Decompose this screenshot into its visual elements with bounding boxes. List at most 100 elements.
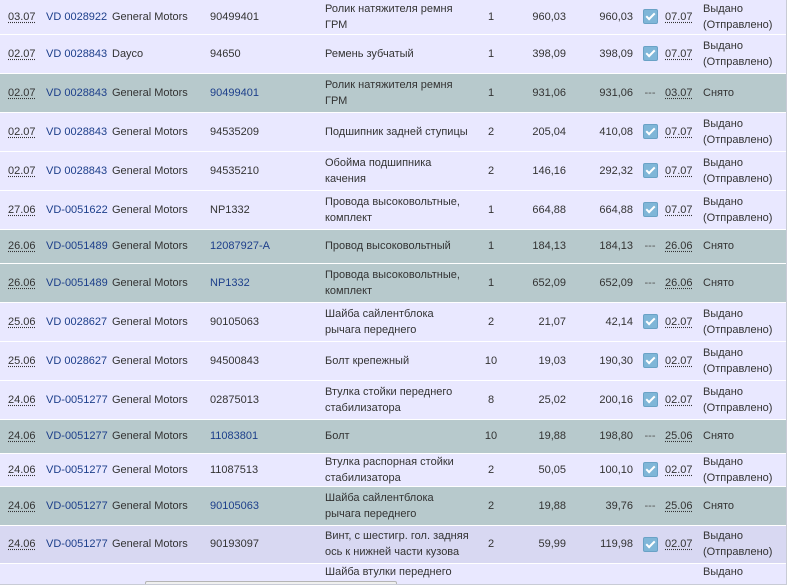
part-number-link[interactable]: NP1332 [210, 277, 250, 289]
quantity-cell: 10 [471, 419, 511, 454]
brand-cell: General Motors [112, 151, 210, 191]
order-date[interactable]: 02.07 [8, 165, 36, 177]
status-text: Выдано (Отправлено) [703, 455, 773, 484]
order-date[interactable]: 24.06 [8, 538, 36, 550]
order-date[interactable]: 27.06 [8, 204, 36, 216]
order-date[interactable]: 26.06 [8, 277, 36, 289]
part-number-link[interactable]: 90499401 [210, 87, 259, 99]
ship-date-cell: 25.06 [665, 419, 703, 454]
order-number-link[interactable]: VD 0028627 [46, 316, 107, 328]
order-number-link[interactable]: VD-0051489 [46, 240, 108, 252]
part-name-cell: Ролик натяжителя ремня ГРМ [325, 73, 471, 113]
ship-date-cell: 07.07 [665, 112, 703, 152]
part-name-cell: Провод высоковольтный [325, 229, 471, 264]
sum: 200,16 [599, 393, 633, 406]
part-name: Шайба сайлентблока рычага переднего [325, 491, 434, 520]
sum: 960,03 [599, 10, 633, 23]
order-date[interactable]: 02.07 [8, 126, 36, 138]
status-text: Снято [703, 240, 735, 252]
received-flag-cell: --- [635, 419, 665, 454]
quantity-cell: 8 [471, 380, 511, 420]
part-name: Болт крепежный [325, 354, 410, 367]
checkbox-checked-icon[interactable] [642, 163, 658, 179]
checkbox-checked-icon[interactable] [642, 392, 658, 408]
ship-date[interactable]: 02.07 [665, 394, 693, 406]
partial-cell: Выдано [703, 563, 786, 584]
order-date[interactable]: 03.07 [8, 11, 36, 23]
sum: 410,08 [599, 125, 633, 138]
order-number-link[interactable]: VD-0051277 [46, 394, 108, 406]
order-number-cell: VD-0051489 [46, 229, 112, 264]
table-row: 24.06 VD-0051277 General Motors 02875013 Вту… [0, 380, 786, 420]
order-number-link[interactable]: VD-0051277 [46, 464, 108, 476]
ship-date[interactable]: 03.07 [665, 87, 693, 99]
order-number-link[interactable]: VD 0028843 [46, 48, 107, 60]
order-date[interactable]: 25.06 [8, 316, 36, 328]
partial-cell [0, 563, 46, 584]
brand-cell: General Motors [112, 419, 210, 454]
part-number-link[interactable]: 12087927-A [210, 240, 270, 252]
ship-date[interactable]: 25.06 [665, 500, 693, 512]
order-date[interactable]: 24.06 [8, 430, 36, 442]
order-date[interactable]: 02.07 [8, 48, 36, 60]
received-flag-cell [635, 34, 665, 74]
part-name-cell: Ролик натяжителя ремня ГРМ [325, 0, 471, 35]
quantity-cell: 2 [471, 453, 511, 487]
quantity: 2 [487, 164, 495, 177]
order-number-link[interactable]: VD 0028843 [46, 165, 107, 177]
order-date[interactable]: 24.06 [8, 394, 36, 406]
order-date[interactable]: 25.06 [8, 355, 36, 367]
status-text: Выдано (Отправлено) [703, 39, 773, 68]
ship-date[interactable]: 07.07 [665, 204, 693, 216]
quantity-cell: 2 [471, 112, 511, 152]
order-number-link[interactable]: VD-0051622 [46, 204, 108, 216]
order-number-link[interactable]: VD 0028627 [46, 355, 107, 367]
checkbox-checked-icon[interactable] [642, 124, 658, 140]
part-number-link[interactable]: 90105063 [210, 500, 259, 512]
ship-date[interactable]: 02.07 [665, 355, 693, 367]
order-number-link[interactable]: VD 0028843 [46, 126, 107, 138]
ship-date[interactable]: 26.06 [665, 240, 693, 252]
ship-date[interactable]: 02.07 [665, 316, 693, 328]
order-date[interactable]: 02.07 [8, 87, 36, 99]
checkbox-checked-icon[interactable] [642, 46, 658, 62]
ship-date[interactable]: 25.06 [665, 430, 693, 442]
quantity: 1 [487, 47, 495, 60]
checkbox-checked-icon[interactable] [642, 202, 658, 218]
part-number-cell: 94535210 [210, 151, 325, 191]
brand-cell: General Motors [112, 341, 210, 381]
checkbox-checked-icon[interactable] [642, 536, 658, 552]
price: 59,99 [538, 538, 566, 550]
price-cell: 25,02 [511, 380, 568, 420]
table-row: 25.06 VD 0028627 General Motors 90105063 Шай… [0, 302, 786, 342]
order-number-link[interactable]: VD 0028922 [46, 11, 107, 23]
checkbox-checked-icon[interactable] [642, 9, 658, 25]
checkbox-checked-icon[interactable] [642, 314, 658, 330]
ship-date[interactable]: 07.07 [665, 48, 693, 60]
ship-date[interactable]: 07.07 [665, 126, 693, 138]
order-date[interactable]: 24.06 [8, 464, 36, 476]
checkbox-checked-icon[interactable] [642, 462, 658, 478]
order-number-link[interactable]: VD-0051277 [46, 538, 108, 550]
checkbox-checked-icon[interactable] [642, 353, 658, 369]
ship-date[interactable]: 02.07 [665, 538, 693, 550]
part-number-link[interactable]: 11083801 [210, 430, 258, 442]
ship-date[interactable]: 07.07 [665, 11, 693, 23]
received-flag-cell [635, 302, 665, 342]
ship-date[interactable]: 02.07 [665, 464, 693, 476]
quantity-cell: 2 [471, 525, 511, 564]
order-number-link[interactable]: VD-0051277 [46, 430, 108, 442]
price: 184,13 [532, 240, 566, 252]
ship-date[interactable]: 07.07 [665, 165, 693, 177]
ship-date-cell: 02.07 [665, 380, 703, 420]
order-number-link[interactable]: VD-0051489 [46, 277, 108, 289]
received-flag-cell [635, 453, 665, 487]
part-number-cell: 94650 [210, 34, 325, 74]
ship-date[interactable]: 26.06 [665, 277, 693, 289]
received-flag-cell [635, 190, 665, 230]
brand: General Motors [112, 354, 188, 367]
order-number-link[interactable]: VD 0028843 [46, 87, 107, 99]
order-date[interactable]: 26.06 [8, 240, 36, 252]
order-date[interactable]: 24.06 [8, 500, 36, 512]
order-number-link[interactable]: VD-0051277 [46, 500, 108, 512]
